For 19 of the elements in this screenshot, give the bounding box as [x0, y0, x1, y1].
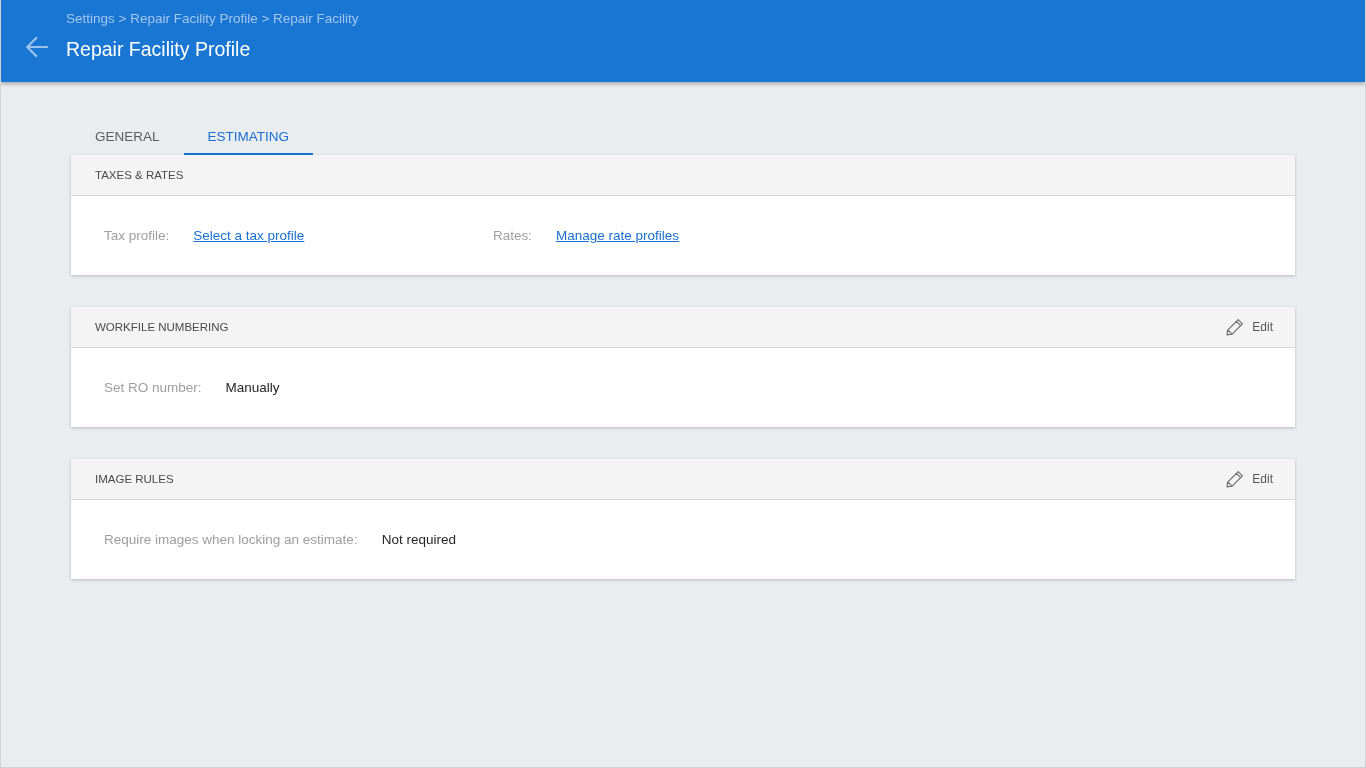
edit-button[interactable]: Edit	[1226, 466, 1273, 492]
section-title: WORKFILE NUMBERING	[95, 321, 229, 333]
field-label: Require images when locking an estimate:	[104, 532, 358, 547]
page-title: Repair Facility Profile	[66, 37, 251, 61]
tab[interactable]: GENERAL	[71, 117, 184, 155]
pencil-icon	[1226, 470, 1245, 488]
back-arrow-icon[interactable]	[24, 34, 50, 60]
pencil-icon	[1226, 318, 1245, 336]
section-title: TAXES & RATES	[95, 169, 184, 181]
field-link[interactable]: Select a tax profile	[193, 228, 305, 243]
field-value: Not required	[381, 532, 456, 547]
field-link[interactable]: Manage rate profiles	[556, 228, 680, 243]
section-title: IMAGE RULES	[95, 473, 174, 485]
field-value: Manually	[225, 380, 280, 395]
field-label: Set RO number:	[104, 380, 202, 395]
field-label: Rates:	[493, 228, 533, 243]
edit-button[interactable]: Edit	[1226, 314, 1273, 340]
breadcrumb: Settings > Repair Facility Profile > Repair Facility	[66, 10, 359, 27]
field-label: Tax profile:	[104, 228, 170, 243]
